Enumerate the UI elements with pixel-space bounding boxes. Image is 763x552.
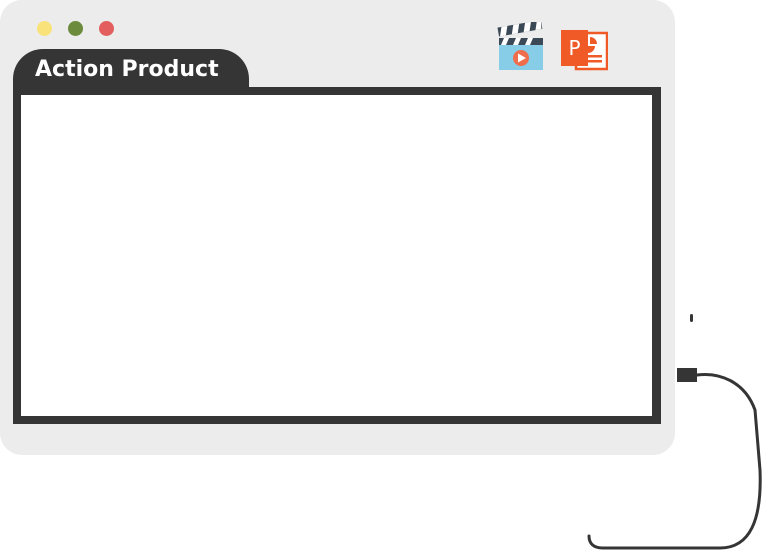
content-frame — [13, 87, 661, 424]
powerpoint-icon[interactable]: P — [558, 22, 609, 72]
window-tab[interactable]: Action Product — [13, 49, 249, 89]
app-window: P Action Product — [0, 0, 675, 455]
content-area — [21, 95, 652, 416]
window-minimize-button[interactable] — [37, 21, 52, 36]
window-title: Action Product — [35, 57, 219, 82]
cable-plug[interactable] — [677, 368, 697, 382]
window-close-button[interactable] — [99, 21, 114, 36]
cable-tick — [690, 314, 693, 322]
window-maximize-button[interactable] — [68, 21, 83, 36]
video-clapperboard-icon[interactable] — [496, 20, 546, 72]
powerpoint-letter: P — [568, 36, 580, 60]
